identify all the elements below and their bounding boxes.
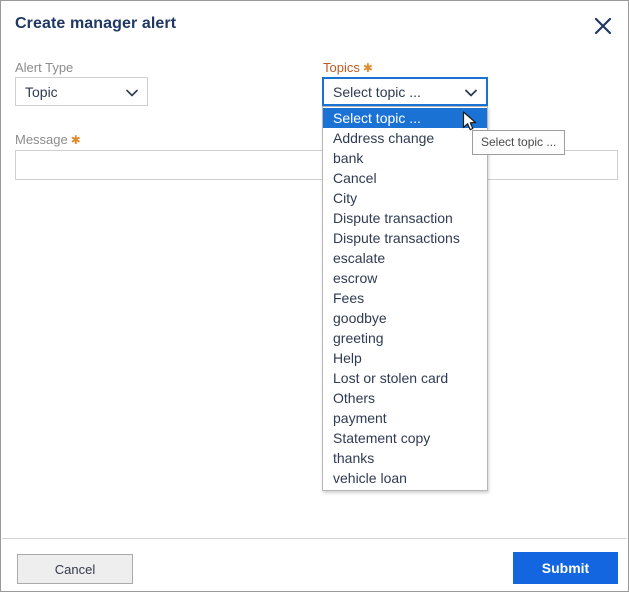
topics-dropdown-list[interactable]: Select topic ... Address change bank Cancel… [322,106,488,491]
cancel-button[interactable]: Cancel [17,554,133,584]
close-icon [593,16,613,36]
topics-label: Topics ✱ [323,60,373,75]
topics-label-text: Topics [323,60,360,75]
required-asterisk-message: ✱ [70,133,81,147]
chevron-down-icon [465,84,477,100]
dropdown-option[interactable]: greeting [323,328,487,348]
dropdown-option[interactable]: payment [323,408,487,428]
topics-select[interactable]: Select topic ... [322,77,488,106]
dropdown-option[interactable]: Fees [323,288,487,308]
required-asterisk-topics: ✱ [362,61,373,75]
dropdown-option[interactable]: goodbye [323,308,487,328]
dropdown-option[interactable]: Statement copy [323,428,487,448]
alert-type-label-text: Alert Type [15,60,74,75]
dropdown-option[interactable]: Select topic ... [323,108,487,128]
chevron-down-icon [126,84,138,100]
dropdown-option[interactable]: Address change [323,128,487,148]
dropdown-option[interactable]: City [323,188,487,208]
tooltip: Select topic ... [472,130,566,155]
dropdown-option[interactable]: Lost or stolen card [323,368,487,388]
dropdown-option[interactable]: vehicle loan [323,468,487,488]
create-manager-alert-dialog: Create manager alert Alert Type Topic To… [0,0,629,592]
dropdown-option[interactable]: Help [323,348,487,368]
dropdown-option[interactable]: Dispute transaction [323,208,487,228]
dropdown-option[interactable]: bank [323,148,487,168]
close-button[interactable] [586,9,620,43]
submit-button[interactable]: Submit [513,552,618,584]
topics-value: Select topic ... [333,83,421,100]
dropdown-option[interactable]: thanks [323,448,487,468]
alert-type-select[interactable]: Topic [15,77,148,106]
dropdown-option[interactable]: escrow [323,268,487,288]
message-label: Message ✱ [15,132,81,147]
message-label-text: Message [15,132,68,147]
dropdown-option[interactable]: Cancel [323,168,487,188]
page-title: Create manager alert [15,15,177,32]
alert-type-value: Topic [25,83,58,100]
footer-divider [2,538,627,539]
dropdown-option[interactable]: escalate [323,248,487,268]
alert-type-label: Alert Type [15,60,73,75]
dropdown-option[interactable]: Dispute transactions [323,228,487,248]
dropdown-option[interactable]: Others [323,388,487,408]
